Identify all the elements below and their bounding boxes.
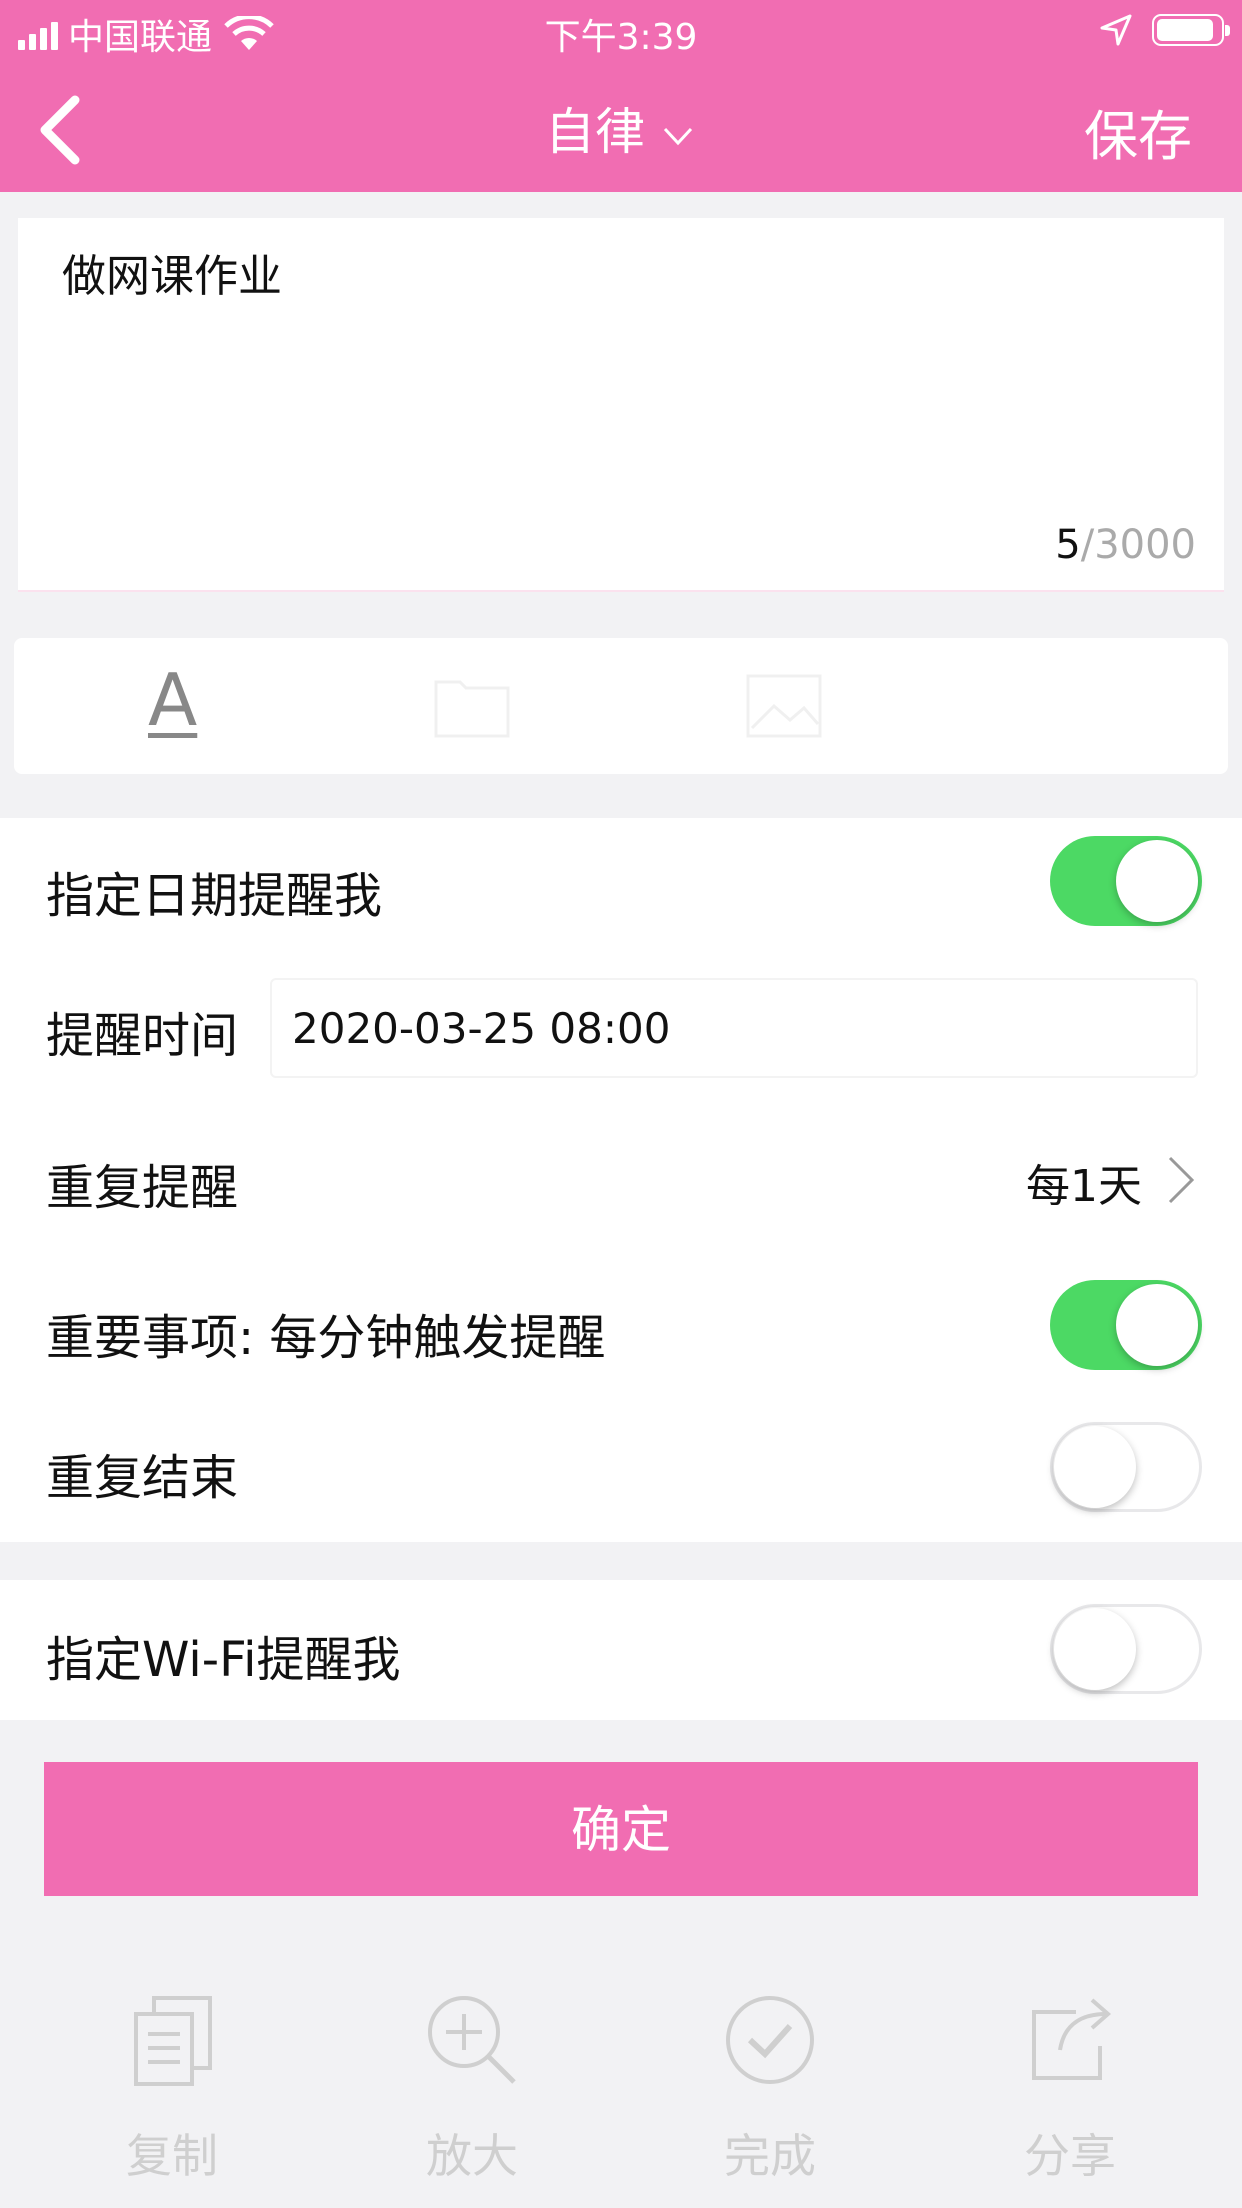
- zoom-in-icon: [428, 1996, 516, 2084]
- char-counter: 5/3000: [1055, 522, 1196, 568]
- status-bar: 中国联通 下午3:39: [0, 0, 1242, 62]
- battery-fill: [1157, 19, 1213, 41]
- share-label: 分享: [1024, 2129, 1116, 2183]
- folder-icon[interactable]: [432, 668, 512, 740]
- toggle-knob: [1116, 840, 1198, 922]
- image-icon[interactable]: [744, 668, 824, 740]
- nav-bar: 自律 保存: [0, 62, 1242, 192]
- location-icon: [1100, 14, 1132, 46]
- save-button[interactable]: 保存: [1084, 92, 1192, 171]
- reminder-time-label: 提醒时间: [46, 1008, 239, 1064]
- complete-label: 完成: [724, 2129, 816, 2183]
- toggle-knob: [1054, 1426, 1136, 1508]
- wifi-settings: 指定Wi-Fi提醒我: [0, 1580, 1242, 1720]
- category-selector[interactable]: 自律: [0, 92, 1242, 164]
- char-count: 5: [1055, 522, 1081, 568]
- repeat-end-label: 重复结束: [46, 1450, 239, 1506]
- text-format-icon[interactable]: A: [148, 658, 197, 742]
- attachment-toolbar: A: [14, 638, 1228, 774]
- share-button[interactable]: 分享: [970, 1990, 1170, 2186]
- zoom-label: 放大: [426, 2129, 518, 2183]
- confirm-button[interactable]: 确定: [44, 1762, 1198, 1896]
- status-right: [1100, 14, 1230, 46]
- toggle-knob: [1116, 1284, 1198, 1366]
- complete-button[interactable]: 完成: [670, 1990, 870, 2186]
- repeat-value[interactable]: 每1天: [1026, 1150, 1142, 1214]
- important-label: 重要事项: 每分钟触发提醒: [46, 1310, 606, 1366]
- battery-icon: [1152, 14, 1230, 46]
- repeat-end-toggle[interactable]: [1050, 1422, 1202, 1512]
- page-title: 自律: [545, 103, 645, 161]
- important-toggle[interactable]: [1050, 1280, 1202, 1370]
- zoom-button[interactable]: 放大: [372, 1990, 572, 2186]
- date-reminder-label: 指定日期提醒我: [46, 868, 383, 924]
- date-reminder-toggle[interactable]: [1050, 836, 1202, 926]
- copy-label: 复制: [126, 2129, 218, 2183]
- wifi-reminder-toggle[interactable]: [1050, 1604, 1202, 1694]
- note-textarea[interactable]: 做网课作业 5/3000: [18, 218, 1224, 592]
- toggle-knob: [1054, 1608, 1136, 1690]
- copy-button[interactable]: 复制: [72, 1990, 272, 2186]
- reminder-time-field[interactable]: 2020-03-25 08:00: [270, 978, 1198, 1078]
- char-max: /3000: [1080, 522, 1196, 568]
- copy-icon: [134, 1996, 212, 2086]
- note-text: 做网课作业: [62, 251, 282, 302]
- check-circle-icon: [726, 1996, 814, 2084]
- share-icon: [1032, 1998, 1112, 2080]
- wifi-reminder-label: 指定Wi-Fi提醒我: [46, 1632, 401, 1688]
- repeat-label: 重复提醒: [46, 1160, 239, 1216]
- chevron-right-icon[interactable]: [1160, 1150, 1200, 1210]
- chevron-down-icon: [663, 127, 693, 145]
- status-time: 下午3:39: [544, 17, 698, 58]
